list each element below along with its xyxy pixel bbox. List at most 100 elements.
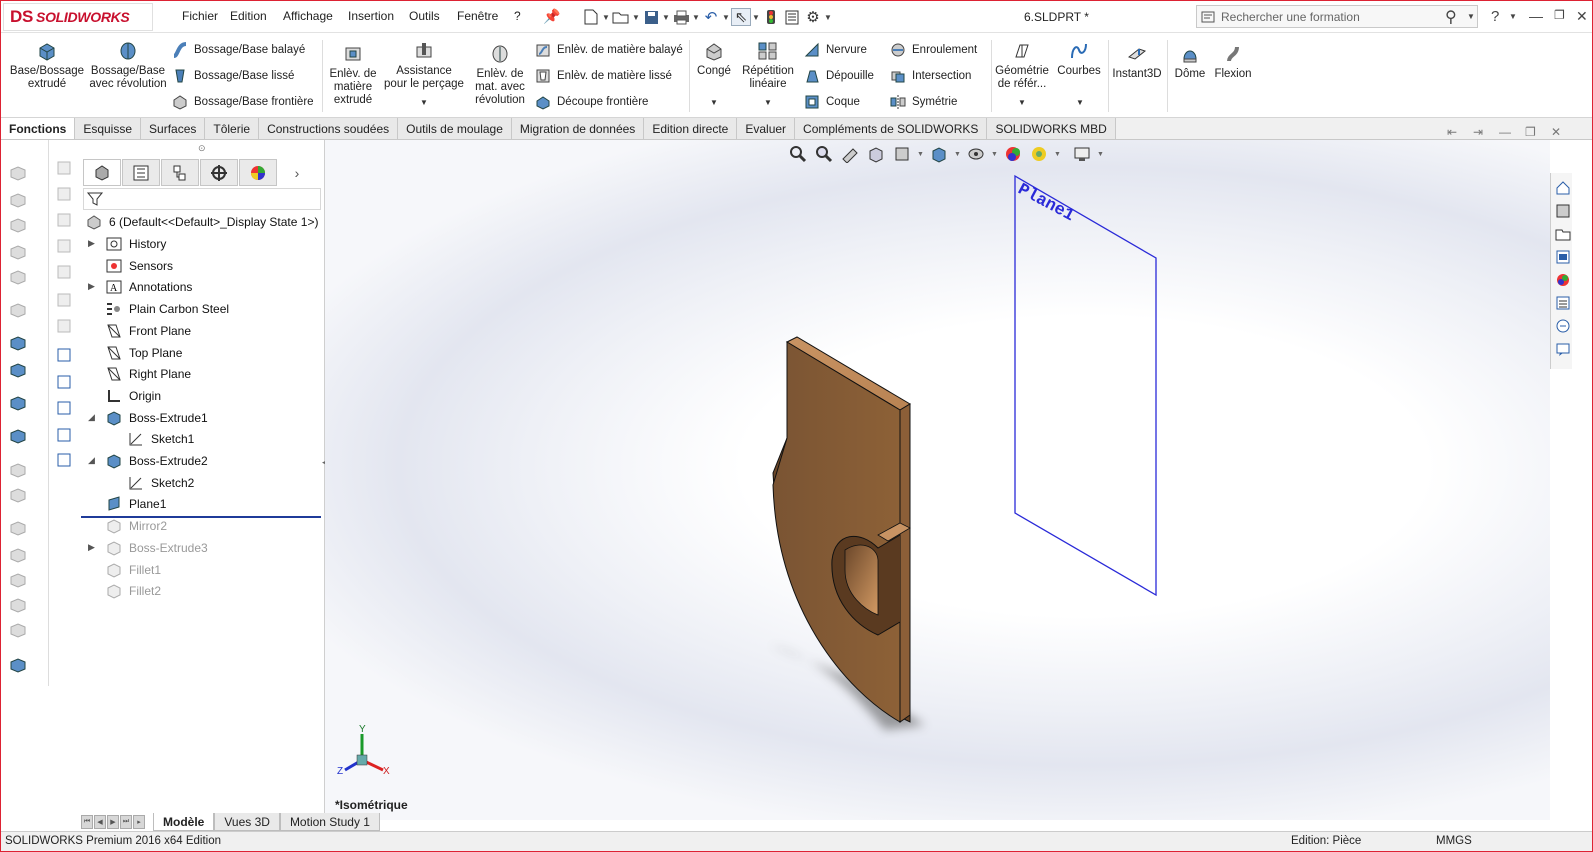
repair-sketch-icon[interactable] <box>7 242 29 262</box>
chevron-down-icon[interactable]: ▼ <box>1076 98 1084 107</box>
restore-icon[interactable]: ❐ <box>1554 8 1565 22</box>
tab-vues-3d[interactable]: Vues 3D <box>214 813 280 831</box>
tab-constructions-soudees[interactable]: Constructions soudées <box>259 118 399 139</box>
shell-button[interactable]: Coque <box>803 93 860 111</box>
collapse-arrow-icon[interactable]: ◢ <box>88 412 95 423</box>
view-tool-4-icon[interactable] <box>53 236 75 256</box>
first-tab-icon[interactable]: ⏮ <box>81 815 93 829</box>
display-style-icon[interactable] <box>965 144 987 164</box>
featuremanager-tab-icon[interactable] <box>83 159 121 186</box>
menu-edition[interactable]: Edition <box>230 9 267 23</box>
hole-wizard-button[interactable]: Assistance pour le perçage <box>384 34 464 91</box>
hide-show-items-icon[interactable] <box>1002 144 1024 164</box>
tree-item[interactable]: A Annotations <box>105 278 192 296</box>
chevron-down-icon[interactable]: ▼ <box>991 151 998 158</box>
ruler-tool-icon[interactable] <box>7 655 29 675</box>
chevron-down-icon[interactable]: ▼ <box>710 98 718 107</box>
previous-view-icon[interactable] <box>839 144 861 164</box>
swept-boss-button[interactable]: Bossage/Base balayé <box>171 41 305 59</box>
tab-edition-directe[interactable]: Edition directe <box>644 118 738 139</box>
chevron-down-icon[interactable]: ▼ <box>1509 12 1517 21</box>
mirror-button[interactable]: Symétrie <box>889 93 957 111</box>
view-tool-5-icon[interactable] <box>53 262 75 282</box>
tree-item[interactable]: Fillet1 <box>105 561 161 579</box>
view-settings-icon[interactable] <box>1071 144 1093 164</box>
chevron-down-icon[interactable]: ▼ <box>1097 151 1104 158</box>
fillet-button[interactable]: Congé <box>693 34 735 78</box>
tree-item[interactable]: Sketch2 <box>127 474 194 492</box>
sheetmetal-tool-icon[interactable] <box>7 620 29 640</box>
search-box[interactable]: Rechercher une formation ⚲ ▼ <box>1196 5 1478 28</box>
tree-item[interactable]: Origin <box>105 387 161 405</box>
help-icon[interactable]: ? <box>1491 8 1499 25</box>
chevron-down-icon[interactable]: ▼ <box>692 13 700 22</box>
expand-arrow-icon[interactable]: ▶ <box>88 238 95 249</box>
model-view[interactable]: Plane1 Y X Z <box>325 140 1550 820</box>
tab-evaluer[interactable]: Evaluer <box>737 118 796 139</box>
close-icon[interactable]: ✕ <box>1576 8 1588 25</box>
section-view-icon[interactable] <box>865 144 887 164</box>
dome-button[interactable]: Dôme <box>1171 41 1209 81</box>
search-icon[interactable]: ⚲ <box>1445 7 1467 27</box>
wrap-button[interactable]: Enroulement <box>889 41 977 59</box>
intersect-button[interactable]: Intersection <box>889 67 971 85</box>
tab-modele[interactable]: Modèle <box>153 813 215 831</box>
doc-minimize-icon[interactable]: — <box>1499 125 1511 139</box>
solidworks-resources-icon[interactable] <box>1554 179 1572 197</box>
curves-button[interactable]: Courbes <box>1055 34 1103 78</box>
expand-arrow-icon[interactable]: ▶ <box>88 542 95 553</box>
tab-surfaces[interactable]: Surfaces <box>141 118 206 139</box>
panel-grip-icon[interactable]: ⊙ <box>198 143 206 154</box>
chevron-down-icon[interactable]: ▼ <box>1054 151 1061 158</box>
linear-pattern-button[interactable]: Répétition linéaire <box>739 34 797 91</box>
tab-motion-study[interactable]: Motion Study 1 <box>279 813 380 831</box>
view-tool-10-icon[interactable] <box>53 398 75 418</box>
feature-filter-input[interactable] <box>83 188 321 210</box>
lofted-boss-button[interactable]: Bossage/Base lissé <box>171 67 294 85</box>
doc-restore-icon[interactable]: ❐ <box>1525 125 1536 139</box>
file-explorer-icon[interactable] <box>1554 225 1572 243</box>
tree-item[interactable]: Mirror2 <box>105 517 167 535</box>
dimxpert-tab-icon[interactable] <box>200 159 238 186</box>
new-document-icon[interactable] <box>581 8 601 26</box>
tab-migration-donnees[interactable]: Migration de données <box>511 118 645 139</box>
chevron-down-icon[interactable]: ▼ <box>1018 98 1026 107</box>
tab-fonctions[interactable]: Fonctions <box>1 118 76 139</box>
collapse-arrow-icon[interactable]: ◢ <box>88 455 95 466</box>
view-orientation-icon[interactable] <box>928 144 950 164</box>
instant3d-button[interactable]: Instant3D <box>1111 41 1163 81</box>
design-library-icon[interactable] <box>1554 202 1572 220</box>
tab-tolerie[interactable]: Tôlerie <box>205 118 260 139</box>
view-tool-6-icon[interactable] <box>53 290 75 310</box>
lofted-cut-button[interactable]: Enlèv. de matière lissé <box>534 67 672 85</box>
tree-item[interactable]: History <box>105 235 166 253</box>
menu-fichier[interactable]: Fichier <box>182 9 218 23</box>
menu-help[interactable]: ? <box>514 9 521 23</box>
edit-appearance-icon[interactable] <box>1028 144 1050 164</box>
options-gear-icon[interactable]: ⚙ <box>803 8 823 26</box>
tab-scroll-icon[interactable]: ▸ <box>133 815 145 829</box>
chevron-down-icon[interactable]: ▼ <box>824 13 832 22</box>
chevron-right-icon[interactable]: › <box>278 159 316 186</box>
propertymanager-tab-icon[interactable] <box>122 159 160 186</box>
draft-button[interactable]: Dépouille <box>803 67 874 85</box>
pin-icon[interactable]: 📌 <box>543 8 560 25</box>
file-properties-icon[interactable] <box>782 8 802 26</box>
last-tab-icon[interactable]: ⏭ <box>120 815 132 829</box>
view-palette-icon[interactable] <box>1554 248 1572 266</box>
smart-dimension-icon[interactable] <box>7 163 29 183</box>
chevron-down-icon[interactable]: ▼ <box>602 13 610 22</box>
extruded-cut-button[interactable]: Enlèv. de matière extrudé <box>327 41 379 107</box>
chevron-down-icon[interactable]: ▼ <box>917 151 924 158</box>
extrude-tool-icon[interactable] <box>7 333 29 353</box>
plane1-outline[interactable] <box>1014 174 1157 597</box>
mold-tool-icon[interactable] <box>7 595 29 615</box>
reference-geometry-tool-icon[interactable] <box>7 360 29 380</box>
boundary-cut-button[interactable]: Découpe frontière <box>534 93 648 111</box>
rebuild-icon[interactable] <box>761 8 781 26</box>
quick-snaps-icon[interactable] <box>7 267 29 287</box>
community-icon[interactable] <box>1554 340 1572 358</box>
swept-cut-button[interactable]: Enlèv. de matière balayé <box>534 41 683 59</box>
view-tool-12-icon[interactable] <box>53 450 75 470</box>
chevron-down-icon[interactable]: ▼ <box>1467 12 1477 21</box>
